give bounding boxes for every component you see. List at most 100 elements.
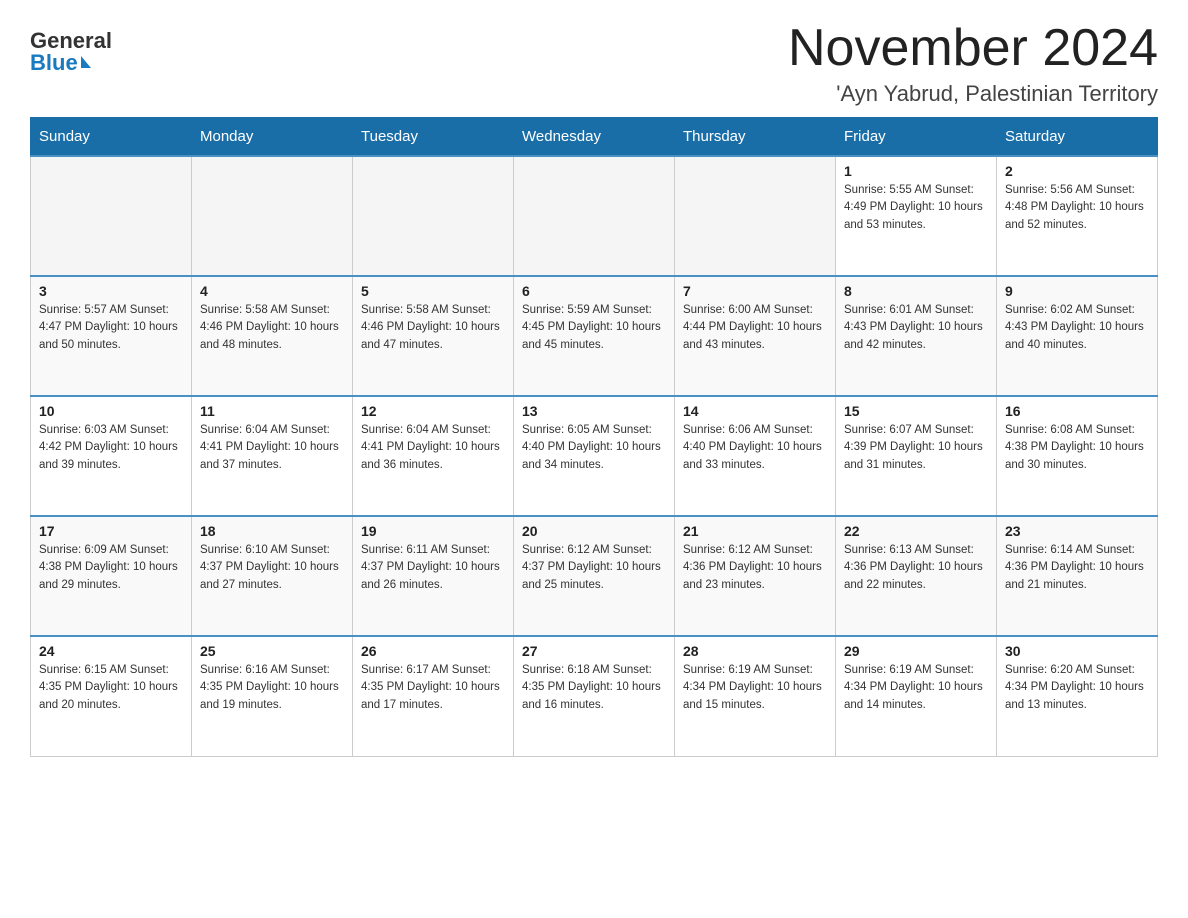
day-cell: 3 Sunrise: 5:57 AM Sunset: 4:47 PM Daylig… <box>31 276 192 396</box>
calendar-table: SundayMondayTuesdayWednesdayThursdayFrid… <box>30 117 1158 757</box>
day-info: Sunrise: 6:01 AM Sunset: 4:43 PM Dayligh… <box>844 302 988 354</box>
day-cell: 11 Sunrise: 6:04 AM Sunset: 4:41 PM Dayli… <box>192 396 353 516</box>
day-info: Sunrise: 6:19 AM Sunset: 4:34 PM Dayligh… <box>683 662 827 714</box>
week-row-4: 17 Sunrise: 6:09 AM Sunset: 4:38 PM Dayli… <box>31 516 1158 636</box>
day-number: 27 <box>522 643 666 659</box>
day-cell: 20Sunrise: 6:12 AM Sunset: 4:37 PM Dayli… <box>514 516 675 636</box>
day-info: Sunrise: 6:14 AM Sunset: 4:36 PM Dayligh… <box>1005 542 1149 594</box>
day-info: Sunrise: 6:09 AM Sunset: 4:38 PM Dayligh… <box>39 542 183 594</box>
day-info: Sunrise: 5:57 AM Sunset: 4:47 PM Dayligh… <box>39 302 183 354</box>
day-cell: 12Sunrise: 6:04 AM Sunset: 4:41 PM Dayli… <box>353 396 514 516</box>
day-cell: 25 Sunrise: 6:16 AM Sunset: 4:35 PM Dayli… <box>192 636 353 756</box>
day-number: 30 <box>1005 643 1149 659</box>
day-number: 6 <box>522 283 666 299</box>
day-info: Sunrise: 5:55 AM Sunset: 4:49 PM Dayligh… <box>844 182 988 234</box>
day-cell: 26 Sunrise: 6:17 AM Sunset: 4:35 PM Dayli… <box>353 636 514 756</box>
day-number: 11 <box>200 403 344 419</box>
day-cell: 29 Sunrise: 6:19 AM Sunset: 4:34 PM Dayli… <box>836 636 997 756</box>
day-cell: 17 Sunrise: 6:09 AM Sunset: 4:38 PM Dayli… <box>31 516 192 636</box>
day-info: Sunrise: 5:58 AM Sunset: 4:46 PM Dayligh… <box>200 302 344 354</box>
day-number: 19 <box>361 523 505 539</box>
day-info: Sunrise: 6:20 AM Sunset: 4:34 PM Dayligh… <box>1005 662 1149 714</box>
day-info: Sunrise: 6:06 AM Sunset: 4:40 PM Dayligh… <box>683 422 827 474</box>
day-cell: 27 Sunrise: 6:18 AM Sunset: 4:35 PM Dayli… <box>514 636 675 756</box>
day-info: Sunrise: 6:12 AM Sunset: 4:37 PM Dayligh… <box>522 542 666 594</box>
day-cell <box>31 156 192 276</box>
day-number: 16 <box>1005 403 1149 419</box>
logo: General Blue <box>30 20 112 74</box>
week-row-5: 24 Sunrise: 6:15 AM Sunset: 4:35 PM Dayli… <box>31 636 1158 756</box>
day-cell: 16Sunrise: 6:08 AM Sunset: 4:38 PM Dayli… <box>997 396 1158 516</box>
day-cell: 21 Sunrise: 6:12 AM Sunset: 4:36 PM Dayli… <box>675 516 836 636</box>
week-row-1: 1 Sunrise: 5:55 AM Sunset: 4:49 PM Daylig… <box>31 156 1158 276</box>
day-info: Sunrise: 6:05 AM Sunset: 4:40 PM Dayligh… <box>522 422 666 474</box>
day-info: Sunrise: 6:17 AM Sunset: 4:35 PM Dayligh… <box>361 662 505 714</box>
day-info: Sunrise: 6:00 AM Sunset: 4:44 PM Dayligh… <box>683 302 827 354</box>
day-info: Sunrise: 6:18 AM Sunset: 4:35 PM Dayligh… <box>522 662 666 714</box>
header-wednesday: Wednesday <box>514 118 675 157</box>
day-number: 25 <box>200 643 344 659</box>
day-number: 24 <box>39 643 183 659</box>
day-number: 9 <box>1005 283 1149 299</box>
day-number: 14 <box>683 403 827 419</box>
day-cell: 22Sunrise: 6:13 AM Sunset: 4:36 PM Dayli… <box>836 516 997 636</box>
day-number: 3 <box>39 283 183 299</box>
day-number: 15 <box>844 403 988 419</box>
calendar-header-row: SundayMondayTuesdayWednesdayThursdayFrid… <box>31 118 1158 157</box>
day-info: Sunrise: 6:07 AM Sunset: 4:39 PM Dayligh… <box>844 422 988 474</box>
day-cell: 24 Sunrise: 6:15 AM Sunset: 4:35 PM Dayli… <box>31 636 192 756</box>
day-number: 12 <box>361 403 505 419</box>
day-cell: 18 Sunrise: 6:10 AM Sunset: 4:37 PM Dayli… <box>192 516 353 636</box>
day-cell: 1 Sunrise: 5:55 AM Sunset: 4:49 PM Daylig… <box>836 156 997 276</box>
day-number: 10 <box>39 403 183 419</box>
day-info: Sunrise: 6:19 AM Sunset: 4:34 PM Dayligh… <box>844 662 988 714</box>
day-number: 1 <box>844 163 988 179</box>
week-row-3: 10 Sunrise: 6:03 AM Sunset: 4:42 PM Dayli… <box>31 396 1158 516</box>
day-cell <box>353 156 514 276</box>
header-monday: Monday <box>192 118 353 157</box>
day-number: 7 <box>683 283 827 299</box>
day-info: Sunrise: 6:11 AM Sunset: 4:37 PM Dayligh… <box>361 542 505 594</box>
day-cell <box>675 156 836 276</box>
day-number: 21 <box>683 523 827 539</box>
day-number: 29 <box>844 643 988 659</box>
day-cell: 14 Sunrise: 6:06 AM Sunset: 4:40 PM Dayli… <box>675 396 836 516</box>
day-number: 28 <box>683 643 827 659</box>
day-cell: 5Sunrise: 5:58 AM Sunset: 4:46 PM Daylig… <box>353 276 514 396</box>
day-number: 4 <box>200 283 344 299</box>
month-title: November 2024 <box>788 20 1158 77</box>
logo-blue-text: Blue <box>30 52 78 74</box>
day-number: 17 <box>39 523 183 539</box>
header-saturday: Saturday <box>997 118 1158 157</box>
day-cell: 7 Sunrise: 6:00 AM Sunset: 4:44 PM Daylig… <box>675 276 836 396</box>
day-cell: 10 Sunrise: 6:03 AM Sunset: 4:42 PM Dayli… <box>31 396 192 516</box>
day-cell: 30 Sunrise: 6:20 AM Sunset: 4:34 PM Dayli… <box>997 636 1158 756</box>
day-number: 5 <box>361 283 505 299</box>
day-cell <box>514 156 675 276</box>
day-number: 22 <box>844 523 988 539</box>
day-cell: 28 Sunrise: 6:19 AM Sunset: 4:34 PM Dayli… <box>675 636 836 756</box>
logo-general-text: General <box>30 30 112 52</box>
header-sunday: Sunday <box>31 118 192 157</box>
week-row-2: 3 Sunrise: 5:57 AM Sunset: 4:47 PM Daylig… <box>31 276 1158 396</box>
day-number: 18 <box>200 523 344 539</box>
day-number: 8 <box>844 283 988 299</box>
day-cell: 4 Sunrise: 5:58 AM Sunset: 4:46 PM Daylig… <box>192 276 353 396</box>
day-info: Sunrise: 6:02 AM Sunset: 4:43 PM Dayligh… <box>1005 302 1149 354</box>
day-info: Sunrise: 6:16 AM Sunset: 4:35 PM Dayligh… <box>200 662 344 714</box>
day-info: Sunrise: 5:56 AM Sunset: 4:48 PM Dayligh… <box>1005 182 1149 234</box>
day-number: 26 <box>361 643 505 659</box>
day-number: 23 <box>1005 523 1149 539</box>
location-title: 'Ayn Yabrud, Palestinian Territory <box>788 81 1158 107</box>
title-area: November 2024 'Ayn Yabrud, Palestinian T… <box>788 20 1158 107</box>
day-cell: 13Sunrise: 6:05 AM Sunset: 4:40 PM Dayli… <box>514 396 675 516</box>
header-friday: Friday <box>836 118 997 157</box>
day-info: Sunrise: 6:03 AM Sunset: 4:42 PM Dayligh… <box>39 422 183 474</box>
day-cell <box>192 156 353 276</box>
day-cell: 6Sunrise: 5:59 AM Sunset: 4:45 PM Daylig… <box>514 276 675 396</box>
day-info: Sunrise: 6:04 AM Sunset: 4:41 PM Dayligh… <box>200 422 344 474</box>
day-cell: 8 Sunrise: 6:01 AM Sunset: 4:43 PM Daylig… <box>836 276 997 396</box>
day-info: Sunrise: 6:10 AM Sunset: 4:37 PM Dayligh… <box>200 542 344 594</box>
day-info: Sunrise: 6:15 AM Sunset: 4:35 PM Dayligh… <box>39 662 183 714</box>
day-info: Sunrise: 6:12 AM Sunset: 4:36 PM Dayligh… <box>683 542 827 594</box>
